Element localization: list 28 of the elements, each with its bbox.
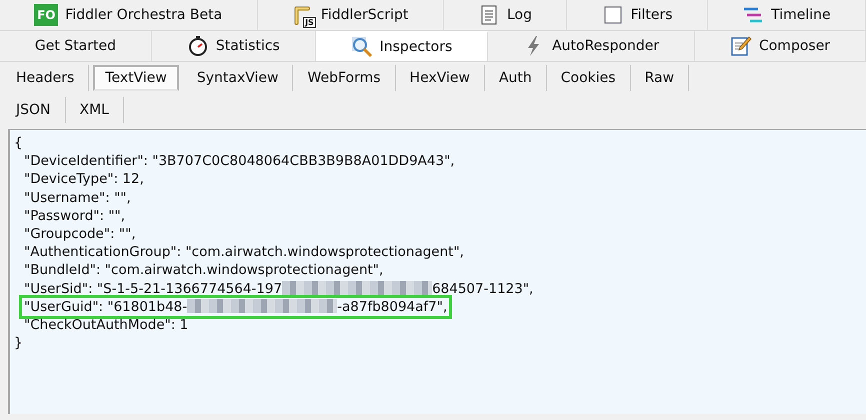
code-line: "BundleId": "com.airwatch.windowsprotectionagent", [23, 261, 384, 280]
notepad-icon [730, 35, 752, 57]
code-line: "UserGuid": "61801b48- -a87fb8094af7", [22, 298, 450, 316]
tab[interactable]: Headers [2, 65, 90, 91]
code-line: "DeviceType": 12, [23, 170, 145, 189]
code-line: "UserSid": "S-1-5-21-1366774564-197 684507-1123", [23, 280, 534, 298]
code-line: "CheckOutAuthMode": 1 [23, 316, 190, 334]
logo-icon: FO [34, 4, 58, 26]
code-line: } [13, 334, 24, 352]
magnifier-icon [350, 36, 373, 58]
stopwatch-icon [186, 35, 209, 57]
tab[interactable]: Auth [484, 65, 547, 91]
tab[interactable]: Cookies [546, 65, 631, 91]
code-line: "Password": "", [23, 206, 126, 225]
tab[interactable]: Raw [630, 65, 690, 91]
tab[interactable]: TextView [93, 65, 179, 91]
code-line: { [13, 134, 24, 152]
tab[interactable]: XML [66, 97, 124, 123]
code-line: "Username": "", [23, 188, 132, 207]
tab[interactable]: SyntaxView [182, 65, 294, 91]
code-line: "AuthenticationGroup": "com.airwatch.windowsprotectionagent", [23, 243, 465, 262]
tab[interactable]: Inspectors [316, 31, 488, 61]
tab[interactable]: WebForms [293, 65, 396, 91]
tab[interactable]: HexView [396, 65, 485, 91]
code-line: "DeviceIdentifier": "3B707C0C8048064CBB3B9B8A01DD9A43", [23, 152, 456, 170]
tab[interactable]: JSON [2, 97, 66, 123]
checkbox-icon [602, 4, 624, 26]
code-line: "Groupcode": "", [23, 224, 137, 244]
